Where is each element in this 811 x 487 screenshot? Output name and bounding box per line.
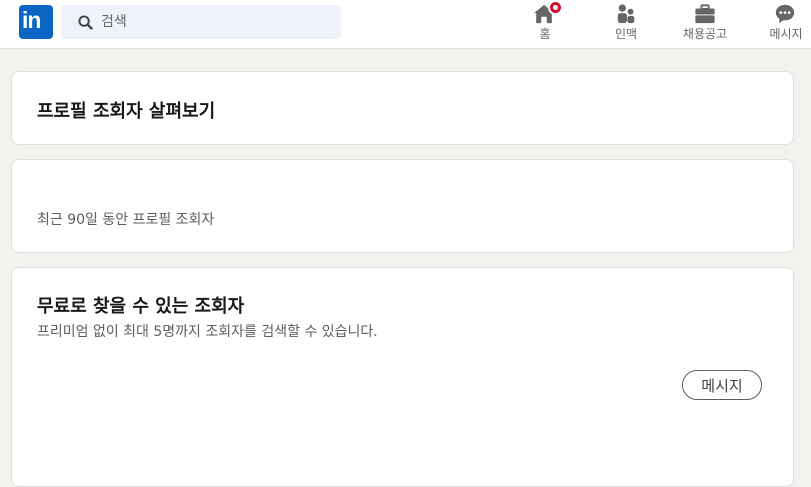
free-viewers-card: 무료로 찾을 수 있는 조회자 프리미엄 없이 최대 5명까지 조회자를 검색할… <box>11 267 794 487</box>
nav-label-home: 홈 <box>539 27 551 41</box>
top-navigation-bar: in 홈 인맥 채용공고 <box>0 0 811 49</box>
nav-label-jobs: 채용공고 <box>682 27 728 41</box>
linkedin-logo[interactable]: in <box>19 5 53 39</box>
nav-item-jobs[interactable]: 채용공고 <box>674 0 736 48</box>
viewers-summary-text: 최근 90일 동안 프로필 조회자 <box>37 212 215 228</box>
nav-label-messaging: 메시지 <box>769 27 803 41</box>
messaging-icon <box>775 4 795 24</box>
search-icon <box>78 15 93 30</box>
network-icon <box>617 4 635 24</box>
nav-item-home[interactable]: 홈 <box>520 0 570 48</box>
nav-label-network: 인맥 <box>614 27 638 41</box>
search-input[interactable] <box>101 5 331 39</box>
nav-item-network[interactable]: 인맥 <box>600 0 652 48</box>
jobs-icon <box>695 4 715 24</box>
notification-badge <box>548 0 563 15</box>
nav-item-messaging[interactable]: 메시지 <box>764 0 808 48</box>
free-viewers-title: 무료로 찾을 수 있는 조회자 <box>37 296 245 317</box>
viewers-summary-card: 최근 90일 동안 프로필 조회자 <box>11 159 794 253</box>
logo-text: in <box>22 7 41 33</box>
message-button[interactable]: 메시지 <box>682 370 762 400</box>
search-box[interactable] <box>61 5 341 39</box>
page-title: 프로필 조회자 살펴보기 <box>37 101 216 122</box>
page-title-card: 프로필 조회자 살펴보기 <box>11 71 794 145</box>
free-viewers-description: 프리미엄 없이 최대 5명까지 조회자를 검색할 수 있습니다. <box>37 324 378 340</box>
